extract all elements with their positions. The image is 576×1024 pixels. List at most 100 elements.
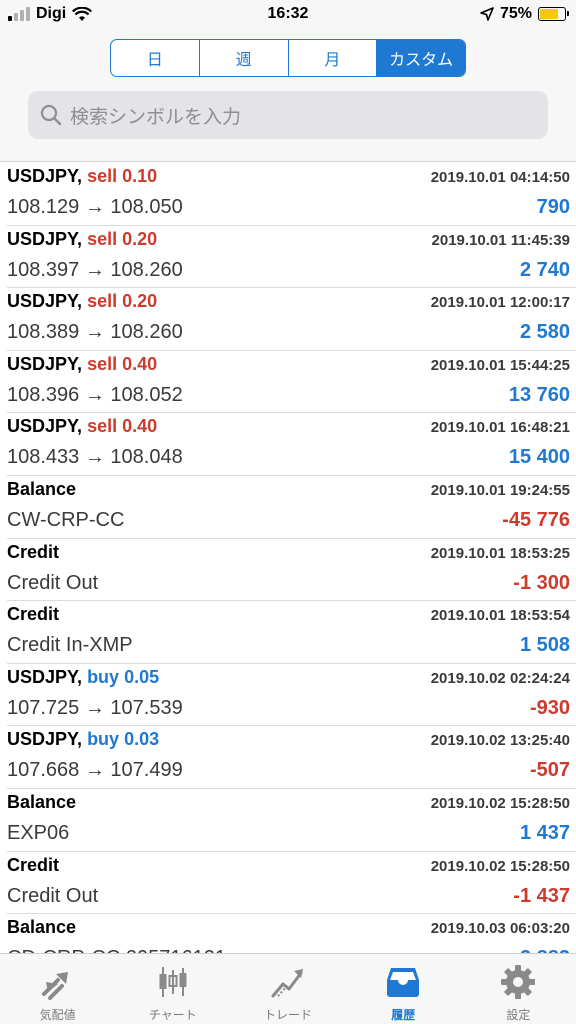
row-profit: 2 580	[519, 321, 570, 344]
tab-label-quotes: 気配値	[39, 1008, 76, 1022]
history-row[interactable]: USDJPY, sell 0.40 2019.10.01 15:44:25 108.…	[7, 351, 576, 414]
cellular-signal-icon	[8, 7, 30, 21]
tab-label-history: 履歴	[391, 1008, 416, 1022]
search-input[interactable]: 検索シンボルを入力	[28, 91, 548, 139]
row-timestamp: 2019.10.01 15:44:25	[430, 356, 570, 374]
status-left: Digi	[8, 5, 93, 23]
tab-settings[interactable]: 設定	[461, 954, 576, 1024]
row-title: USDJPY, buy 0.03	[7, 729, 159, 750]
history-row[interactable]: Balance2019.10.03 06:03:20CD-CRP-CC 2057…	[7, 914, 576, 953]
row-timestamp: 2019.10.01 19:24:55	[430, 481, 570, 499]
row-description: Credit In-XMP	[7, 634, 133, 657]
settings-gear-icon	[501, 965, 536, 999]
row-timestamp: 2019.10.01 18:53:54	[430, 607, 570, 625]
history-row[interactable]: USDJPY, sell 0.20 2019.10.01 12:00:17 108.…	[7, 288, 576, 351]
tab-quotes[interactable]: 気配値	[0, 954, 115, 1024]
tab-label-settings: 設定	[506, 1008, 531, 1022]
row-symbol: Balance	[7, 917, 77, 938]
row-symbol: Balance	[7, 478, 77, 499]
row-profit: -45 776	[502, 508, 570, 531]
row-timestamp: 2019.10.01 18:53:25	[430, 544, 570, 562]
battery-icon	[538, 7, 569, 21]
history-row[interactable]: Balance 2019.10.01 19:24:55 CW-CRP-CC -45 7…	[7, 476, 576, 539]
row-trade-side: buy 0.03	[87, 729, 160, 750]
row-timestamp: 2019.10.02 15:28:50	[430, 794, 570, 812]
location-arrow-icon	[480, 7, 494, 21]
row-profit: 1 508	[519, 634, 570, 657]
status-right: 75%	[480, 5, 569, 23]
row-symbol: USDJPY,	[7, 666, 83, 687]
row-profit: -930	[529, 696, 570, 719]
battery-percent: 75%	[499, 5, 532, 22]
row-profit: 1 437	[519, 821, 570, 844]
tab-history[interactable]: 履歴	[346, 954, 461, 1024]
quotes-arrows-icon	[41, 972, 68, 1000]
row-profit: 2 740	[519, 258, 570, 281]
history-row[interactable]: USDJPY, sell 0.20 2019.10.01 11:45:39 108.…	[7, 226, 576, 289]
history-row[interactable]: USDJPY, buy 0.05 2019.10.02 02:24:24 107.7…	[7, 664, 576, 727]
segment-week[interactable]: 週	[200, 40, 289, 76]
history-row[interactable]: USDJPY, sell 0.40 2019.10.01 16:48:21 108.…	[7, 413, 576, 476]
row-timestamp: 2019.10.03 06:03:20	[430, 920, 570, 938]
row-trade-side: sell 0.20	[87, 291, 158, 312]
row-trade-side: sell 0.20	[87, 228, 158, 249]
history-header: 日 週 月 カスタム 検索シンボルを入力	[0, 30, 576, 162]
row-symbol: Balance	[7, 791, 77, 812]
row-trade-side: sell 0.40	[87, 353, 158, 374]
row-title: USDJPY, sell 0.20	[7, 229, 157, 250]
wifi-icon	[72, 6, 93, 21]
row-profit: -507	[529, 759, 570, 782]
history-row[interactable]: USDJPY, buy 0.03 2019.10.02 13:25:40 107.6…	[7, 726, 576, 789]
row-timestamp: 2019.10.01 12:00:17	[430, 294, 570, 312]
row-title: USDJPY, sell 0.40	[7, 416, 157, 437]
row-symbol: Credit	[7, 541, 60, 562]
row-symbol: USDJPY,	[7, 291, 83, 312]
history-row[interactable]: Credit 2019.10.02 15:28:50 Credit Out -1 43…	[7, 852, 576, 915]
row-timestamp: 2019.10.02 15:28:50	[430, 857, 570, 875]
history-inbox-icon	[387, 968, 420, 997]
row-timestamp: 2019.10.01 11:45:39	[431, 231, 570, 249]
history-row[interactable]: Balance 2019.10.02 15:28:50 EXP06 1 437	[7, 789, 576, 852]
row-profit: 13 760	[508, 383, 570, 406]
row-title: USDJPY, sell 0.10	[7, 166, 157, 187]
battery-level	[540, 9, 558, 19]
row-description: 108.389 → 108.260	[7, 321, 183, 344]
row-title: Balance	[7, 479, 76, 500]
chart-candles-icon	[159, 967, 187, 997]
row-title: Balance	[7, 917, 76, 938]
row-description: Credit Out	[7, 884, 99, 907]
search-placeholder: 検索シンボルを入力	[70, 106, 242, 128]
row-profit: -1 300	[513, 571, 570, 594]
history-row[interactable]: Credit 2019.10.01 18:53:54 Credit In-XMP 1 …	[7, 601, 576, 664]
row-description: 108.129 → 108.050	[7, 196, 183, 218]
history-row[interactable]: USDJPY, sell 0.10 2019.10.01 04:14:50 108.…	[7, 163, 576, 226]
history-list[interactable]: USDJPY, sell 0.10 2019.10.01 04:14:50 108.…	[0, 163, 576, 953]
history-row[interactable]: Credit 2019.10.01 18:53:25 Credit Out -1 30…	[7, 539, 576, 602]
row-timestamp: 2019.10.01 16:48:21	[430, 419, 570, 437]
status-bar: Digi 16:32 75%	[0, 0, 576, 30]
row-description: EXP06	[7, 821, 70, 844]
row-symbol: USDJPY,	[7, 416, 83, 437]
search-icon	[40, 104, 62, 126]
row-symbol: USDJPY,	[7, 166, 83, 186]
row-profit: 15 400	[508, 446, 570, 469]
row-title: Credit	[7, 604, 59, 625]
segment-custom[interactable]: カスタム	[377, 40, 465, 76]
tab-chart[interactable]: チャート	[115, 954, 230, 1024]
period-segmented-control: 日 週 月 カスタム	[110, 39, 466, 77]
row-symbol: USDJPY,	[7, 729, 83, 750]
tab-trade[interactable]: トレード	[230, 954, 345, 1024]
row-title: Credit	[7, 855, 59, 876]
segment-day[interactable]: 日	[111, 40, 200, 76]
row-symbol: Credit	[7, 854, 60, 875]
row-symbol: Credit	[7, 604, 60, 625]
row-description: 108.396 → 108.052	[7, 383, 183, 406]
row-timestamp: 2019.10.02 13:25:40	[430, 732, 570, 750]
row-profit: -1 437	[513, 884, 570, 907]
row-description: 108.433 → 108.048	[7, 446, 183, 469]
row-description: 108.397 → 108.260	[7, 258, 183, 281]
row-title: Balance	[7, 792, 76, 813]
row-trade-side: buy 0.05	[87, 666, 160, 687]
segment-month[interactable]: 月	[289, 40, 378, 76]
row-title: Credit	[7, 542, 59, 563]
